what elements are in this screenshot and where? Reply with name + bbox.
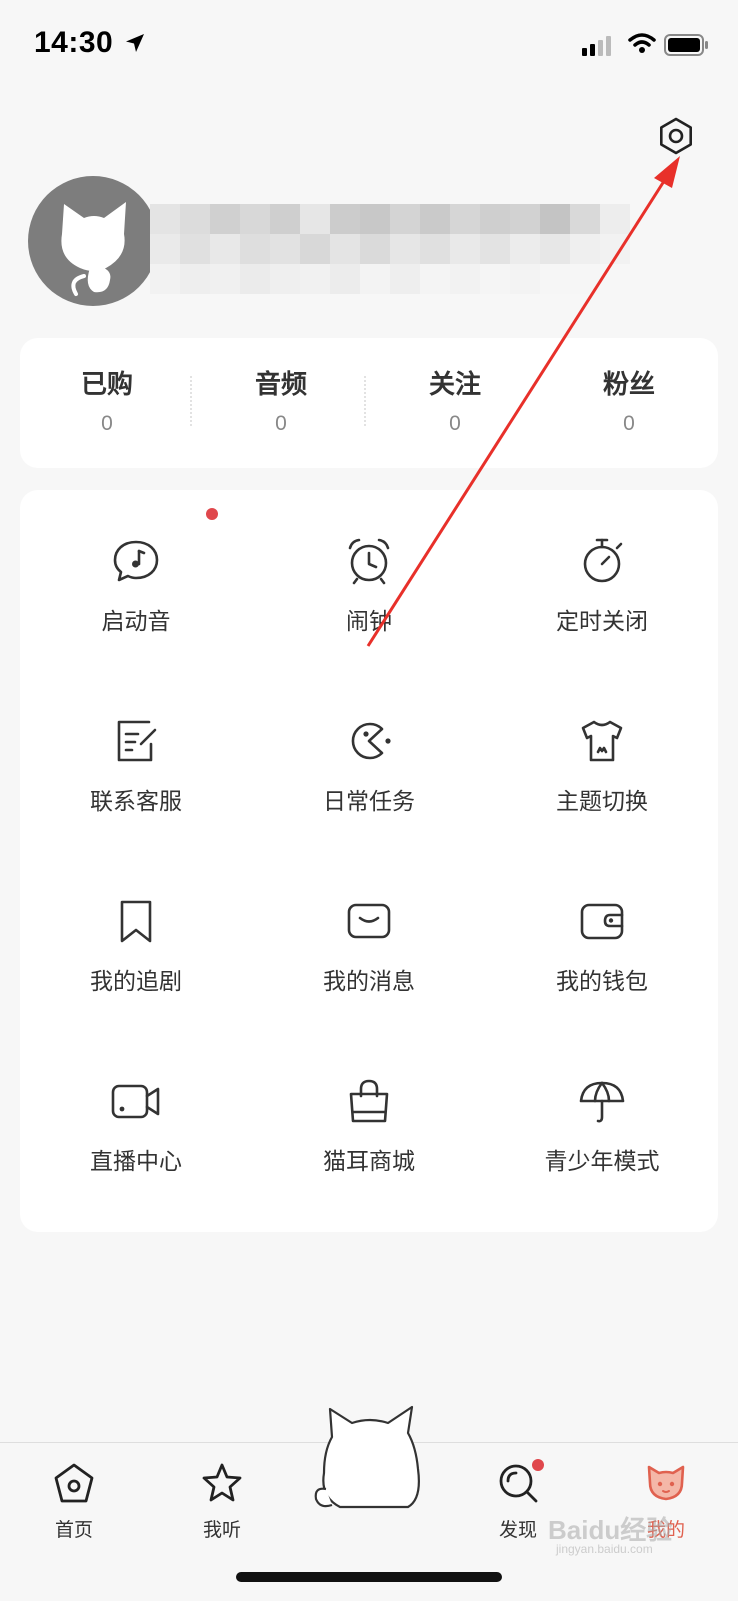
stat-value: 0 — [101, 412, 113, 435]
grid-item-my-wallet[interactable]: 我的钱包 — [486, 850, 718, 1030]
stat-label: 已购 — [80, 369, 133, 399]
status-bar: 14:30 — [0, 0, 738, 90]
grid-item-maoer-mall[interactable]: 猫耳商城 — [253, 1030, 485, 1210]
stat-following[interactable]: 关注 0 — [368, 338, 542, 468]
grid-item-my-dramas[interactable]: 我的追剧 — [20, 850, 252, 1030]
grid-item-theme-switch[interactable]: 主题切换 — [486, 670, 718, 850]
center-cat-button-icon[interactable] — [310, 1403, 428, 1513]
grid-item-alarm[interactable]: 闹钟 — [253, 490, 485, 670]
battery-icon — [664, 34, 708, 56]
wifi-icon — [628, 33, 656, 53]
tab-home[interactable]: 首页 — [0, 1443, 148, 1563]
timer-icon — [583, 538, 623, 583]
shopping-bag-icon — [349, 1079, 389, 1123]
grid-label: 定时关闭 — [556, 608, 648, 634]
stat-value: 0 — [275, 412, 287, 435]
grid-label: 日常任务 — [323, 788, 415, 814]
stats-card: 已购 0 音频 0 关注 0 粉丝 0 — [20, 338, 718, 468]
grid-item-daily-tasks[interactable]: 日常任务 — [253, 670, 485, 850]
umbrella-icon — [579, 1081, 625, 1123]
grid-item-youth-mode[interactable]: 青少年模式 — [486, 1030, 718, 1210]
grid-label: 直播中心 — [90, 1148, 182, 1174]
star-icon — [202, 1463, 242, 1502]
grid-item-sleep-timer[interactable]: 定时关闭 — [486, 490, 718, 670]
pacman-icon — [351, 722, 391, 760]
grid-label: 猫耳商城 — [323, 1148, 415, 1174]
wallet-icon — [580, 903, 624, 940]
grid-label: 我的消息 — [323, 968, 415, 994]
grid-label: 我的追剧 — [90, 968, 182, 994]
home-icon — [54, 1463, 94, 1503]
avatar[interactable] — [28, 176, 158, 306]
alarm-clock-icon — [348, 538, 390, 585]
grid-label: 启动音 — [101, 608, 171, 634]
notification-dot — [206, 508, 218, 520]
divider — [364, 376, 367, 426]
stat-audio[interactable]: 音频 0 — [194, 338, 368, 468]
grid-item-customer-service[interactable]: 联系客服 — [20, 670, 252, 850]
grid-item-startup-sound[interactable]: 启动音 — [20, 490, 252, 670]
stat-fans[interactable]: 粉丝 0 — [542, 338, 716, 468]
cat-face-icon — [647, 1465, 685, 1501]
bookmark-icon — [120, 900, 152, 943]
stat-purchased[interactable]: 已购 0 — [20, 338, 194, 468]
status-time: 14:30 — [34, 26, 114, 59]
tab-label: 首页 — [54, 1520, 93, 1541]
location-arrow-icon — [126, 34, 144, 52]
username-pixelated — [150, 204, 646, 296]
watermark-url: jingyan.baidu.com — [556, 1542, 653, 1556]
stat-value: 0 — [449, 412, 461, 435]
home-indicator — [236, 1572, 502, 1582]
grid-label: 主题切换 — [556, 788, 648, 814]
stat-value: 0 — [623, 412, 635, 435]
edit-note-icon — [117, 720, 157, 762]
cellular-signal-icon — [582, 36, 611, 56]
grid-label: 联系客服 — [90, 788, 182, 814]
notification-dot — [532, 1459, 544, 1471]
stat-label: 关注 — [428, 369, 481, 399]
tshirt-icon — [581, 720, 623, 762]
cat-avatar-icon — [61, 202, 126, 296]
message-icon — [347, 903, 391, 939]
divider — [190, 376, 193, 426]
tab-label: 我听 — [202, 1520, 241, 1541]
settings-gear-icon[interactable] — [654, 114, 698, 158]
video-camera-icon — [111, 1084, 160, 1119]
stat-label: 音频 — [254, 369, 307, 399]
music-bubble-icon — [113, 540, 159, 582]
grid-label: 青少年模式 — [544, 1148, 660, 1174]
grid-label: 闹钟 — [346, 608, 392, 634]
stat-label: 粉丝 — [602, 369, 655, 399]
tab-listen[interactable]: 我听 — [148, 1443, 296, 1563]
feature-grid-card: 启动音 闹钟 定时关闭 联系客服 日常任务 主题切换 我的追剧 我的消息 我的钱… — [20, 490, 718, 1232]
grid-item-live-center[interactable]: 直播中心 — [20, 1030, 252, 1210]
grid-label: 我的钱包 — [556, 968, 648, 994]
grid-item-my-messages[interactable]: 我的消息 — [253, 850, 485, 1030]
